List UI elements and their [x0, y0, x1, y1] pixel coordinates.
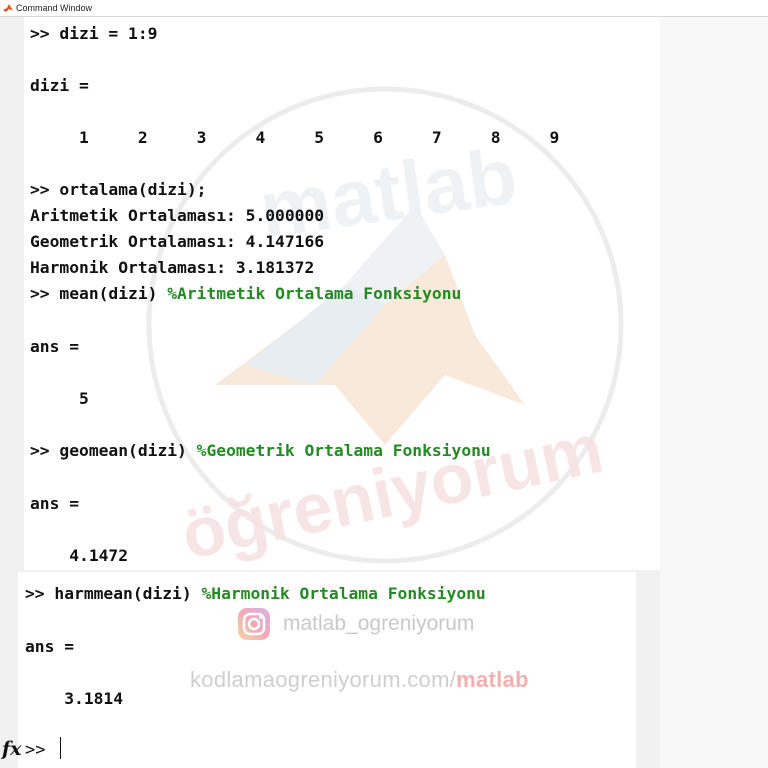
console-line-cmd4: >> geomean(dizi) %Geometrik Ortalama Fon…: [30, 441, 491, 460]
right-gutter: [660, 17, 768, 768]
console-line-output: ans =: [30, 494, 80, 513]
console-line-output: Aritmetik Ortalaması: 5.000000: [30, 206, 325, 225]
console-line-cmd3: >> mean(dizi) %Aritmetik Ortalama Fonksi…: [30, 284, 462, 303]
console-line-output: Geometrik Ortalaması: 4.147166: [30, 232, 325, 251]
console-line-output: 5: [30, 389, 89, 408]
console-line-output: ans =: [30, 337, 80, 356]
matlab-logo-icon: [3, 4, 13, 12]
console-line-output: Harmonik Ortalaması: 3.181372: [30, 258, 315, 277]
console-line-cmd5: >> harmmean(dizi) %Harmonik Ortalama Fon…: [25, 584, 486, 603]
console-line-output: ans =: [25, 637, 75, 656]
console-line-cmd2: >> ortalama(dizi);: [30, 180, 207, 199]
watermark-url: kodlamaogreniyorum.com/matlab: [190, 667, 529, 692]
console-line-output: 4.1472: [30, 546, 129, 565]
instagram-icon: [238, 608, 270, 640]
text-cursor: [60, 737, 61, 759]
window-titlebar: Command Window: [0, 0, 768, 17]
console-line-output: 1 2 3 4 5 6 7 8 9: [30, 128, 560, 147]
instagram-handle: matlab_ogreniyorum: [283, 612, 475, 635]
console-line-cmd1: >> dizi = 1:9: [30, 24, 158, 43]
window-title: Command Window: [16, 3, 93, 13]
function-browser-icon[interactable]: fx: [2, 738, 22, 760]
console-line-output: 3.1814: [25, 689, 124, 708]
command-prompt[interactable]: >>: [25, 740, 45, 760]
watermark-instagram: matlab_ogreniyorum: [237, 606, 474, 642]
console-line-output: dizi =: [30, 76, 89, 95]
